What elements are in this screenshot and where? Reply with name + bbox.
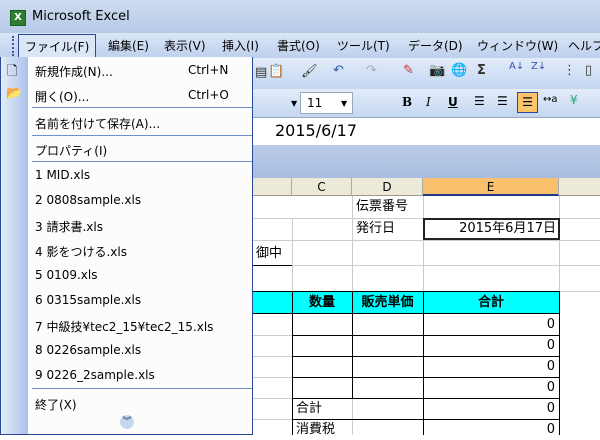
cell-total-row2[interactable]: 0: [423, 336, 559, 356]
column-header-b[interactable]: [253, 178, 292, 196]
merge-center-icon[interactable]: ↔a: [543, 94, 558, 105]
align-center-icon[interactable]: ☰: [497, 94, 508, 108]
menu-format[interactable]: 書式(O): [277, 37, 320, 54]
cell-e2-selected[interactable]: 2015年6月17日: [423, 218, 560, 240]
column-header-f[interactable]: [559, 178, 600, 196]
sort-ascending-icon[interactable]: A↓: [509, 61, 524, 72]
menu-file[interactable]: ファイル(F): [18, 34, 97, 58]
sort-descending-icon[interactable]: Z↓: [531, 61, 546, 72]
workbook-titlebar: [253, 145, 600, 178]
cell-d2[interactable]: 発行日: [352, 219, 399, 239]
menu-insert[interactable]: 挿入(I): [222, 37, 259, 54]
file-menu-dropdown: 🗋 📂 新規作成(N)... Ctrl+N 開く(O)... Ctrl+O 名前…: [0, 57, 253, 435]
font-size-value: 11: [307, 96, 323, 110]
menu-item-exit[interactable]: 終了(X): [35, 396, 77, 413]
cell-total-row1[interactable]: 0: [423, 315, 559, 335]
camera-icon[interactable]: 📷: [429, 63, 445, 78]
recent-file-9[interactable]: 9 0226_2sample.xls: [35, 368, 155, 382]
menu-item-new[interactable]: 新規作成(N)...: [35, 63, 113, 80]
font-dropdown-arrow[interactable]: ▼: [291, 99, 297, 108]
formula-bar[interactable]: 2015/6/17: [253, 117, 600, 145]
menu-item-properties[interactable]: プロパティ(I): [35, 142, 107, 159]
drawing-icon[interactable]: ✎: [403, 63, 414, 78]
new-document-icon: 🗋: [7, 64, 18, 79]
formula-value: 2015/6/17: [275, 121, 358, 140]
font-size-select[interactable]: 11 ▼: [300, 92, 353, 114]
menu-data[interactable]: データ(D): [408, 37, 463, 54]
paste-icon[interactable]: 📋: [268, 64, 284, 79]
column-header-row: C D E: [253, 178, 600, 196]
menu-view[interactable]: 表示(V): [164, 37, 206, 54]
copy-icon[interactable]: ▤: [255, 65, 267, 80]
redo-icon[interactable]: ↷: [366, 63, 377, 78]
menu-tools[interactable]: ツール(T): [337, 37, 390, 54]
recent-file-3[interactable]: 3 請求書.xls: [35, 218, 103, 235]
drawing-toolbar-icon[interactable]: ▯: [585, 63, 592, 78]
column-header-e[interactable]: E: [423, 178, 559, 196]
recent-file-4[interactable]: 4 影をつける.xls: [35, 243, 127, 260]
italic-icon[interactable]: I: [426, 95, 431, 109]
cell-total-row3[interactable]: 0: [423, 357, 559, 377]
cell-b3[interactable]: 御中: [253, 244, 285, 264]
menu-help[interactable]: ヘルプ: [568, 37, 600, 54]
bold-icon[interactable]: B: [402, 95, 412, 109]
cell-sum-label[interactable]: 合計: [292, 399, 326, 419]
cell-tax-value[interactable]: 0: [423, 420, 559, 440]
header-total: 合計: [477, 295, 504, 310]
cell-d1[interactable]: 伝票番号: [352, 197, 412, 217]
worksheet-grid[interactable]: 数量 販売単価 合計 伝票番号 発行日 2015年6月17日 御中 0 0 0 …: [253, 196, 600, 437]
recent-file-2[interactable]: 2 0808sample.xls: [35, 193, 141, 207]
cell-total-row4[interactable]: 0: [423, 378, 559, 398]
align-left-icon[interactable]: ☰: [474, 94, 485, 108]
recent-file-6[interactable]: 6 0315sample.xls: [35, 293, 141, 307]
column-header-c[interactable]: C: [292, 178, 352, 196]
shortcut-open: Ctrl+O: [188, 88, 229, 102]
chart-icon[interactable]: ⋮: [563, 63, 576, 78]
menu-item-open[interactable]: 開く(O)...: [35, 88, 89, 105]
align-right-icon[interactable]: ☰: [517, 92, 538, 113]
header-unit-price: 販売単価: [361, 295, 414, 310]
hyperlink-icon[interactable]: 🌐: [451, 63, 467, 78]
cell-sum-value[interactable]: 0: [423, 399, 559, 419]
menu-window[interactable]: ウィンドウ(W): [477, 37, 558, 54]
undo-icon[interactable]: ↶: [333, 63, 344, 78]
window-title: Microsoft Excel: [32, 9, 130, 24]
menu-edit[interactable]: 編集(E): [108, 37, 149, 54]
underline-icon[interactable]: U: [448, 95, 458, 109]
column-header-d[interactable]: D: [352, 178, 423, 196]
chevron-down-icon: ▼: [341, 99, 348, 108]
format-painter-icon[interactable]: 🖌: [301, 64, 318, 79]
header-quantity: 数量: [308, 295, 335, 310]
currency-icon[interactable]: ¥: [570, 93, 578, 107]
recent-file-5[interactable]: 5 0109.xls: [35, 268, 98, 282]
expand-menu-chevron-icon[interactable]: ︾: [120, 415, 134, 429]
recent-file-7[interactable]: 7 中級技¥tec2_15¥tec2_15.xls: [35, 318, 213, 335]
recent-file-1[interactable]: 1 MID.xls: [35, 168, 90, 182]
autosum-icon[interactable]: Σ: [477, 63, 486, 78]
title-bar: X Microsoft Excel: [0, 0, 600, 34]
recent-file-8[interactable]: 8 0226sample.xls: [35, 343, 141, 357]
shortcut-new: Ctrl+N: [188, 63, 229, 77]
menu-item-save-as[interactable]: 名前を付けて保存(A)...: [35, 115, 160, 132]
menubar-grip[interactable]: [12, 36, 14, 56]
cell-tax-label[interactable]: 消費税: [292, 420, 339, 440]
standard-toolbar: ▤ 📋 🖌 ↶ ↷ ✎ 📷 🌐 Σ A↓ Z↓ ⋮ ▯: [253, 58, 600, 89]
excel-icon: X: [10, 10, 26, 26]
open-folder-icon: 📂: [6, 86, 23, 101]
